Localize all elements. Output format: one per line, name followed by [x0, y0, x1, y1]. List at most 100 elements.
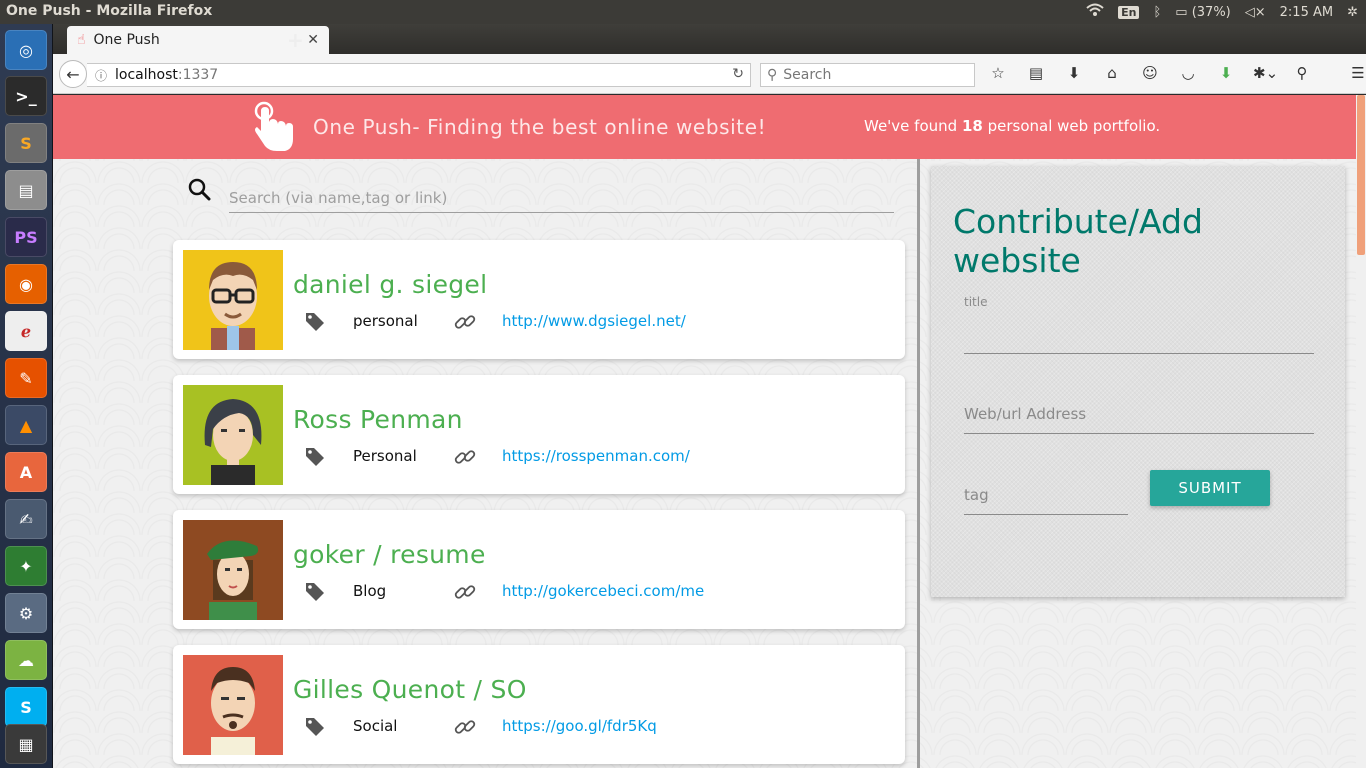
browser-navbar: ← ⓘ localhost:1337 ↻ ⚲ Search ☆ ▤ ⬇ ⌂ ☺ … — [53, 54, 1366, 94]
home-icon[interactable]: ⌂ — [1101, 64, 1123, 82]
website-name[interactable]: Ross Penman — [293, 405, 463, 434]
skype-icon[interactable]: S — [5, 687, 47, 727]
browser-search-placeholder: Search — [783, 67, 832, 83]
url-host: localhost — [115, 67, 178, 83]
scrollbar-thumb[interactable] — [1357, 95, 1365, 255]
website-link[interactable]: http://gokercebeci.com/me — [502, 582, 704, 600]
url-bar[interactable]: ⓘ localhost:1337 ↻ — [87, 63, 751, 87]
hamburger-menu-icon[interactable]: ☰ — [1347, 64, 1366, 82]
window-title: One Push - Mozilla Firefox — [6, 3, 213, 19]
battery-percent: (37%) — [1191, 4, 1231, 20]
browser-search-input[interactable]: ⚲ Search — [760, 63, 975, 87]
downloads-icon[interactable]: ⬇ — [1063, 64, 1085, 82]
search-input[interactable] — [229, 183, 894, 213]
back-button[interactable]: ← — [59, 60, 87, 88]
search-icon: ⚲ — [767, 67, 778, 83]
avatar — [183, 655, 283, 755]
keyboard-layout-indicator[interactable]: En — [1118, 5, 1140, 19]
column-divider — [917, 159, 920, 768]
battery-icon: ▭ — [1175, 4, 1188, 20]
workspace-switcher-icon[interactable]: ▦ — [5, 724, 47, 764]
tag-icon — [306, 583, 324, 601]
website-name[interactable]: Gilles Quenot / SO — [293, 675, 527, 704]
phpstorm-icon[interactable]: PS — [5, 217, 47, 257]
website-name[interactable]: goker / resume — [293, 540, 486, 569]
tag-field[interactable] — [964, 475, 1128, 515]
reload-icon[interactable]: ↻ — [732, 66, 744, 82]
url-port: :1337 — [177, 67, 219, 83]
terminal-icon[interactable]: >_ — [5, 76, 47, 116]
software-center-icon[interactable]: A — [5, 452, 47, 492]
close-icon[interactable]: ✕ — [307, 32, 319, 48]
url-field[interactable] — [964, 394, 1314, 434]
link-icon — [454, 720, 476, 734]
found-suffix: personal web portfolio. — [982, 117, 1161, 135]
website-tag: personal — [353, 312, 418, 330]
pocket-icon[interactable]: ◡ — [1177, 64, 1199, 82]
website-link[interactable]: http://www.dgsiegel.net/ — [502, 312, 686, 330]
firefox-icon[interactable]: ◉ — [5, 264, 47, 304]
battery-indicator[interactable]: ▭ (37%) — [1175, 5, 1230, 20]
avatar — [183, 250, 283, 350]
tab-title: One Push — [93, 32, 160, 48]
website-link[interactable]: https://goo.gl/fdr5Kq — [502, 717, 657, 735]
cloud-sync-icon[interactable]: ☁ — [5, 640, 47, 680]
sublime-text-icon[interactable]: S — [5, 123, 47, 163]
browser-tab-strip: ☝ One Push ✕ + — [53, 24, 1366, 54]
avatar — [183, 520, 283, 620]
system-top-panel: One Push - Mozilla Firefox En ᛒ ▭ (37%) … — [0, 0, 1366, 24]
website-card[interactable]: daniel g. siegel personal http://www.dgs… — [173, 240, 905, 359]
extension-dropdown-icon[interactable]: ✱⌄ — [1253, 64, 1278, 82]
wifi-icon[interactable] — [1086, 3, 1104, 21]
form-heading: Contribute/Add website — [953, 202, 1203, 280]
document-viewer-icon[interactable]: ℯ — [5, 311, 47, 351]
website-card[interactable]: Gilles Quenot / SO Social https://goo.gl… — [173, 645, 905, 764]
info-icon[interactable]: ⓘ — [95, 67, 107, 84]
link-icon — [454, 315, 476, 329]
website-tag: Blog — [353, 582, 387, 600]
tag-icon — [306, 718, 324, 736]
website-link[interactable]: https://rosspenman.com/ — [502, 447, 690, 465]
rocket-app-icon[interactable]: ✦ — [5, 546, 47, 586]
website-tag: Personal — [353, 447, 417, 465]
arrow-left-icon: ← — [66, 64, 80, 84]
tag-icon — [306, 313, 324, 331]
new-tab-button[interactable]: + — [287, 28, 304, 52]
hello-chat-icon[interactable]: ☺ — [1139, 64, 1161, 82]
bookmark-star-icon[interactable]: ☆ — [987, 64, 1009, 82]
found-count: 18 — [961, 117, 983, 135]
reading-list-icon[interactable]: ▤ — [1025, 64, 1047, 82]
tag-icon — [306, 448, 324, 466]
avatar — [183, 385, 283, 485]
website-card[interactable]: Ross Penman Personal https://rosspenman.… — [173, 375, 905, 494]
postman-icon[interactable]: ✎ — [5, 358, 47, 398]
download-helper-icon[interactable]: ⬇ — [1215, 64, 1237, 82]
website-card[interactable]: goker / resume Blog http://gokercebeci.c… — [173, 510, 905, 629]
vlc-icon[interactable]: ▲ — [5, 405, 47, 445]
link-icon — [454, 585, 476, 599]
title-label: title — [964, 295, 988, 309]
pin-icon[interactable]: ⚲ — [1291, 64, 1313, 82]
system-settings-icon[interactable]: ⚙ — [5, 593, 47, 633]
found-count-text: We've found 18 personal web portfolio. — [864, 117, 1160, 135]
title-field[interactable] — [964, 318, 1314, 354]
volume-icon[interactable]: ◁× — [1245, 5, 1266, 20]
contribute-form: Contribute/Add website title SUBMIT — [931, 166, 1345, 597]
bluetooth-icon[interactable]: ᛒ — [1153, 5, 1161, 20]
clock[interactable]: 2:15 AM — [1280, 5, 1333, 20]
website-tag: Social — [353, 717, 398, 735]
text-editor-icon[interactable]: ✍ — [5, 499, 47, 539]
website-name[interactable]: daniel g. siegel — [293, 270, 487, 299]
dash-home-icon[interactable]: ◎ — [5, 30, 47, 70]
app-launcher: ◎ >_ S ▤ PS ◉ ℯ ✎ ▲ A ✍ ✦ ⚙ ☁ S ▦ — [0, 24, 53, 768]
page-content: One Push- Finding the best online websit… — [53, 95, 1356, 768]
link-icon — [454, 450, 476, 464]
search-icon — [188, 178, 211, 201]
found-prefix: We've found — [864, 117, 962, 135]
search-row — [187, 177, 894, 221]
file-manager-icon[interactable]: ▤ — [5, 170, 47, 210]
submit-button[interactable]: SUBMIT — [1150, 470, 1270, 506]
pointer-hand-favicon-icon: ☝ — [77, 32, 86, 48]
gear-icon[interactable]: ✲ — [1347, 5, 1358, 20]
pointer-hand-logo-icon — [254, 101, 293, 151]
